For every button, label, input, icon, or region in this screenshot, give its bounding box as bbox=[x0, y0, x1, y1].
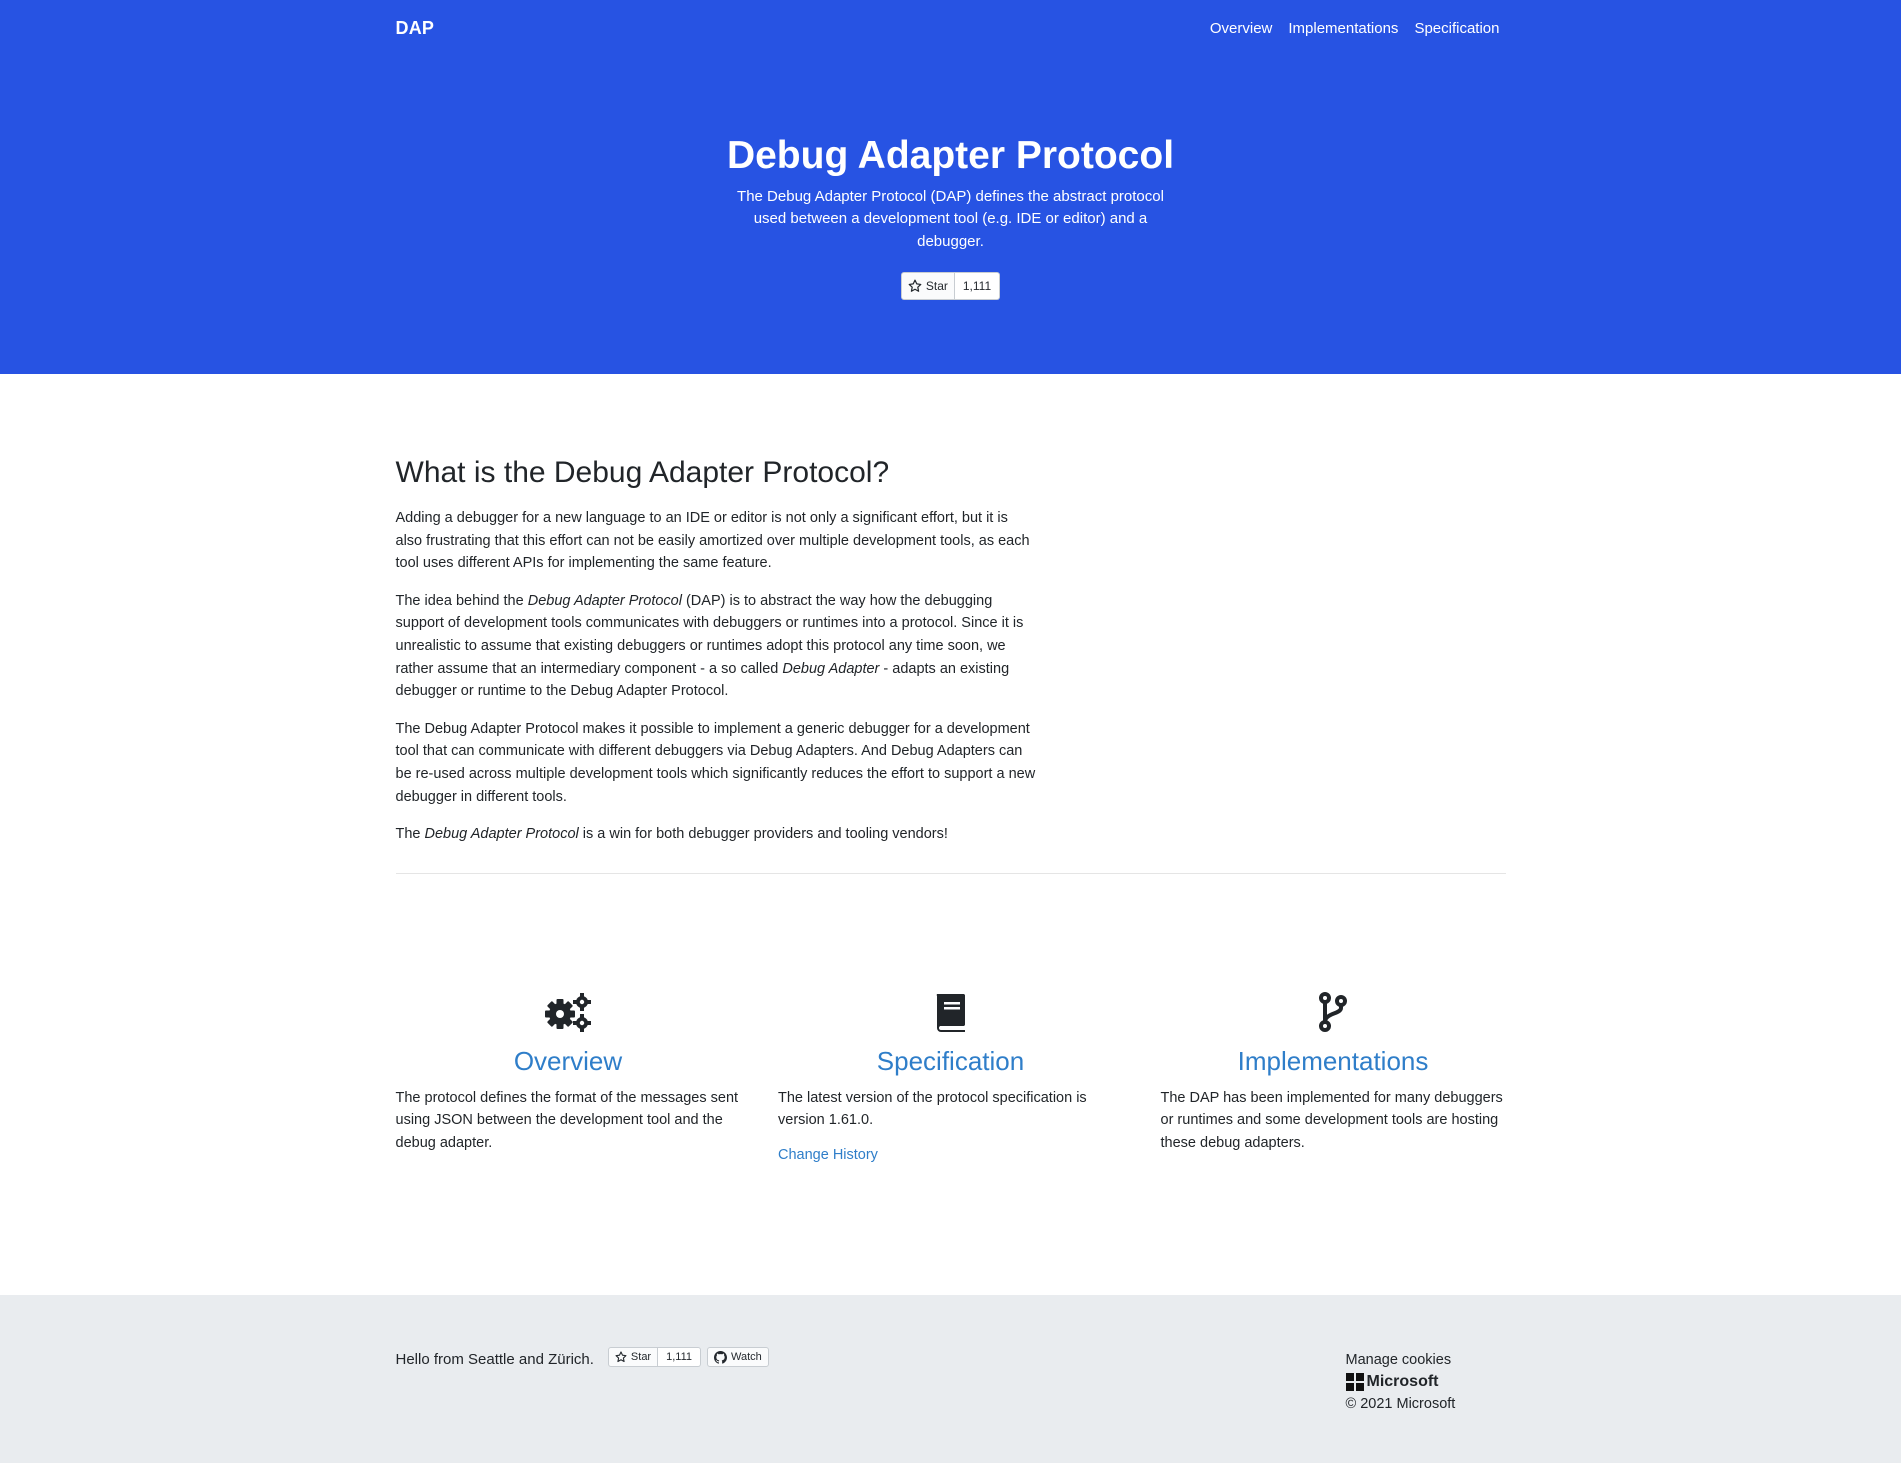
feature-implementations-title[interactable]: Implementations bbox=[1238, 1046, 1429, 1076]
feature-implementations-heading: Implementations bbox=[1161, 1046, 1506, 1077]
manage-cookies-link[interactable]: Manage cookies bbox=[1346, 1352, 1452, 1368]
footer-left: Hello from Seattle and Zürich. Star 1,11… bbox=[396, 1347, 769, 1415]
intro-paragraph-4: The Debug Adapter Protocol is a win for … bbox=[396, 823, 1036, 846]
hero-body: Debug Adapter Protocol The Debug Adapter… bbox=[396, 56, 1506, 301]
github-icon bbox=[714, 1350, 728, 1364]
footer-hello-text: Hello from Seattle and Zürich. bbox=[395, 1351, 594, 1368]
intro-p2-em-dap: Debug Adapter Protocol bbox=[527, 592, 682, 609]
footer-github-buttons: Star 1,111 Watch bbox=[607, 1347, 769, 1367]
nav-link-specification[interactable]: Specification bbox=[1414, 20, 1499, 37]
feature-specification-title[interactable]: Specification bbox=[877, 1046, 1024, 1076]
feature-overview-title[interactable]: Overview bbox=[514, 1046, 622, 1076]
nav-link-overview[interactable]: Overview bbox=[1210, 20, 1273, 37]
microsoft-logo-text: Microsoft bbox=[1366, 1373, 1439, 1390]
hero-lead: The Debug Adapter Protocol (DAP) defines… bbox=[737, 187, 1164, 250]
footer-watch-button[interactable]: Watch bbox=[707, 1347, 769, 1367]
github-star-label: Star bbox=[925, 279, 948, 294]
footer-star-count[interactable]: 1,111 bbox=[658, 1347, 702, 1367]
copyright-text: © 2021 Microsoft bbox=[1345, 1396, 1456, 1412]
intro-p2-text-a: The idea behind the bbox=[395, 592, 528, 609]
github-star-button[interactable]: Star 1,111 bbox=[900, 272, 1001, 301]
feature-specification: Specification The latest version of the … bbox=[778, 992, 1123, 1163]
footer-star-left[interactable]: Star bbox=[607, 1347, 659, 1367]
feature-specification-text: The latest version of the protocol speci… bbox=[778, 1089, 1087, 1129]
top-navbar: DAP Overview Implementations Specificati… bbox=[396, 0, 1506, 56]
intro-heading: What is the Debug Adapter Protocol? bbox=[395, 456, 890, 489]
feature-overview-text: The protocol defines the format of the m… bbox=[395, 1089, 739, 1151]
feature-implementations-text: The DAP has been implemented for many de… bbox=[1160, 1089, 1503, 1151]
intro-p4-em: Debug Adapter Protocol bbox=[424, 826, 579, 843]
change-history-link[interactable]: Change History bbox=[778, 1147, 1123, 1163]
intro-section: What is the Debug Adapter Protocol? Addi… bbox=[395, 374, 1506, 874]
feature-implementations: Implementations The DAP has been impleme… bbox=[1160, 991, 1506, 1163]
main-content: What is the Debug Adapter Protocol? Addi… bbox=[395, 374, 1506, 1163]
github-star-left[interactable]: Star bbox=[900, 272, 955, 301]
intro-p2-em-adapter: Debug Adapter bbox=[782, 660, 880, 677]
page-footer: Hello from Seattle and Zürich. Star 1,11… bbox=[0, 1295, 1901, 1463]
hero-banner: DAP Overview Implementations Specificati… bbox=[0, 0, 1901, 374]
intro-p4-text-b: is a win for both debugger providers and… bbox=[578, 826, 948, 843]
intro-paragraph-2: The idea behind the Debug Adapter Protoc… bbox=[396, 590, 1036, 703]
book-icon bbox=[936, 993, 965, 1032]
github-star-count[interactable]: 1,111 bbox=[954, 272, 1001, 301]
star-icon bbox=[615, 1351, 627, 1363]
footer-star-button[interactable]: Star 1,111 bbox=[607, 1347, 702, 1367]
intro-p4-text-a: The bbox=[395, 826, 425, 843]
footer-right: Manage cookies Microsoft © 2021 Microsof… bbox=[1345, 1347, 1506, 1415]
hero-title: Debug Adapter Protocol bbox=[726, 134, 1175, 177]
code-branch-icon bbox=[1319, 991, 1347, 1032]
nav-link-implementations[interactable]: Implementations bbox=[1288, 20, 1398, 37]
brand-link[interactable]: DAP bbox=[396, 18, 435, 39]
footer-star-label: Star bbox=[630, 1351, 652, 1363]
features-row: Overview The protocol defines the format… bbox=[396, 874, 1506, 1163]
cogs-icon bbox=[545, 992, 591, 1032]
footer-watch-left[interactable]: Watch bbox=[707, 1347, 769, 1367]
feature-overview-heading: Overview bbox=[396, 1046, 741, 1077]
feature-overview: Overview The protocol defines the format… bbox=[396, 992, 741, 1163]
microsoft-logo[interactable]: Microsoft bbox=[1345, 1371, 1506, 1393]
feature-specification-heading: Specification bbox=[778, 1046, 1123, 1077]
hero-github-star: Star 1,111 bbox=[900, 272, 1001, 301]
footer-watch-label: Watch bbox=[731, 1351, 762, 1363]
nav-links: Overview Implementations Specification bbox=[1210, 20, 1506, 37]
microsoft-grid-icon bbox=[1345, 1373, 1364, 1391]
intro-paragraph-3: The Debug Adapter Protocol makes it poss… bbox=[395, 720, 1036, 805]
intro-paragraph-1: Adding a debugger for a new language to … bbox=[395, 510, 1030, 572]
star-icon bbox=[908, 279, 922, 293]
